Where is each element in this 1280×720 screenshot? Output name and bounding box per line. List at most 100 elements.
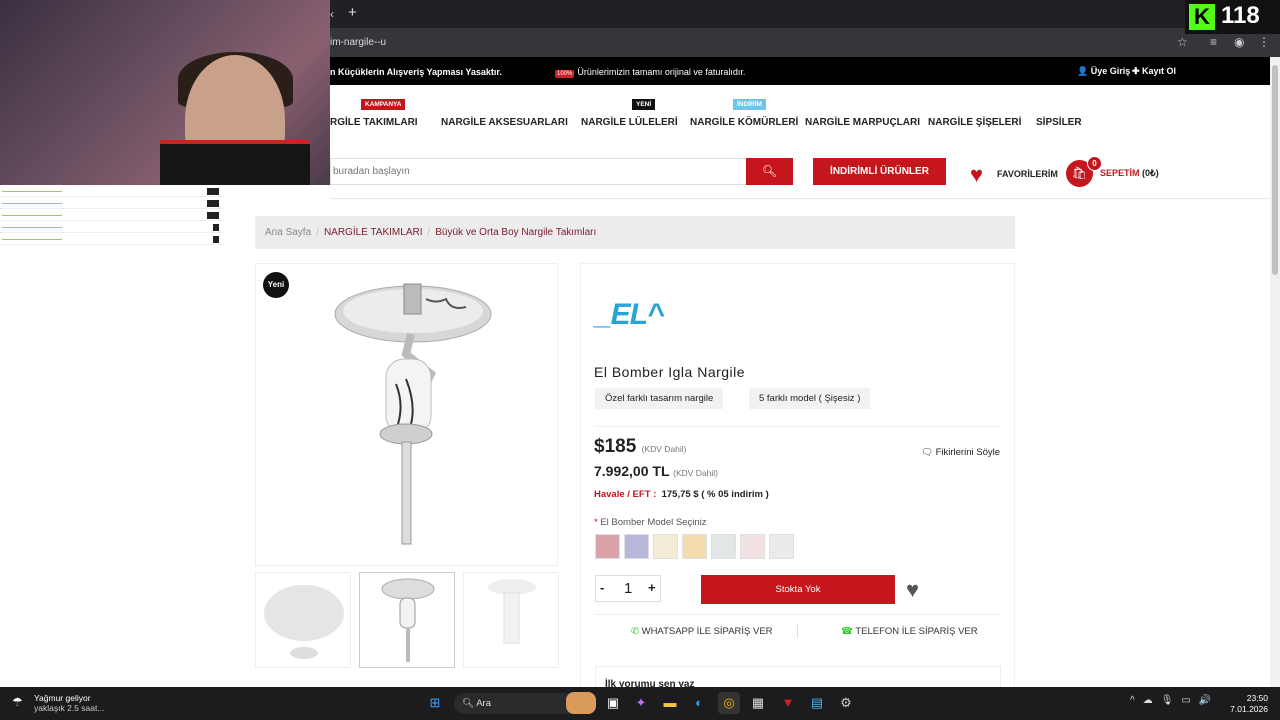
- quantity-increase-button[interactable]: +: [648, 580, 656, 595]
- nav-item[interactable]: NARGİLE ŞİŞELERİ: [928, 117, 1021, 128]
- favorites-label: FAVORİLERİM: [997, 169, 1058, 179]
- model-swatch[interactable]: [711, 534, 736, 559]
- nav-item[interactable]: SİPSİLER: [1036, 117, 1082, 128]
- model-swatch[interactable]: [624, 534, 649, 559]
- required-mark: *: [594, 517, 598, 528]
- nav-item[interactable]: NARGİLE AKSESUARLARI: [441, 117, 568, 128]
- nav-item[interactable]: NARGİLE LÜLELERİ: [581, 117, 678, 128]
- cart-label: SEPETİM (0₺): [1100, 168, 1159, 179]
- chrome-browser-icon[interactable]: ◎: [718, 692, 740, 714]
- product-thumbnail-1[interactable]: [255, 572, 351, 668]
- bookmark-star-icon[interactable]: ☆: [1177, 35, 1188, 49]
- whatsapp-icon: ✆: [631, 626, 639, 637]
- search-icon: 🔍︎: [761, 164, 778, 178]
- weather-widget[interactable]: ☂ Yağmur geliyor yaklaşık 2.5 saat...: [12, 693, 104, 713]
- edge-browser-icon[interactable]: ◐: [688, 692, 710, 714]
- original-notice-text: Ürünlerimizin tamamı orijinal ve fatural…: [577, 67, 746, 77]
- search-button[interactable]: 🔍︎: [746, 158, 793, 185]
- brand-logo[interactable]: _EL^: [595, 298, 665, 332]
- search-input[interactable]: [331, 159, 731, 183]
- overlay-row: [0, 223, 225, 233]
- breadcrumb-home[interactable]: Ana Sayfa: [265, 227, 311, 238]
- phone-order-link[interactable]: ☎ TELEFON İLE SİPARİŞ VER: [841, 626, 978, 637]
- nav-badge: YENİ: [632, 99, 656, 110]
- overlay-row: [0, 187, 225, 197]
- file-explorer-icon[interactable]: ▬: [659, 692, 681, 714]
- nav-badge: KAMPANYA: [361, 99, 406, 110]
- price-kdv-note: (KDV Dahil): [673, 468, 719, 478]
- windows-start-icon[interactable]: ⊞: [424, 692, 446, 714]
- product-title: El Bomber Igla Nargile: [594, 364, 746, 380]
- nav-item[interactable]: RGİLE TAKIMLARI: [330, 117, 418, 128]
- system-tray[interactable]: ^☁🎙▭🔊: [1130, 695, 1219, 706]
- price-usd: $185 (KDV Dahil): [594, 436, 686, 458]
- photos-app-icon[interactable]: ▤: [806, 692, 828, 714]
- new-tab-button[interactable]: +: [348, 4, 357, 21]
- search-highlight-icon[interactable]: [566, 692, 596, 714]
- phone-label: TELEFON İLE SİPARİŞ VER: [855, 626, 978, 637]
- task-view-icon[interactable]: ▣: [602, 692, 624, 714]
- register-label: Kayıt Ol: [1142, 66, 1177, 76]
- url-text[interactable]: im-nargile--u: [330, 37, 386, 48]
- out-of-stock-button[interactable]: Stokta Yok: [701, 575, 895, 604]
- breadcrumb-subcategory[interactable]: Büyük ve Orta Boy Nargile Takımları: [435, 227, 596, 238]
- model-swatch[interactable]: [740, 534, 765, 559]
- overlay-row: [0, 235, 225, 245]
- feedback-link[interactable]: 🗨︎ Fikirlerini Söyle: [921, 447, 1000, 458]
- whatsapp-label: WHATSAPP İLE SİPARİŞ VER: [641, 626, 773, 637]
- breadcrumb: Ana Sayfa / NARGİLE TAKIMLARI / Büyük ve Ort…: [255, 216, 1015, 249]
- havale-value: 175,75 $ ( % 05 indirim ): [661, 489, 769, 500]
- search-box: [330, 158, 747, 185]
- taskbar-search[interactable]: 🔍︎ Ara: [454, 693, 584, 714]
- streamer-shirt: [160, 140, 310, 185]
- extension-icon[interactable]: ◉: [1234, 35, 1244, 49]
- phone-icon: ☎: [841, 626, 853, 637]
- rain-cloud-icon: ☂: [12, 695, 23, 709]
- scrollbar-thumb[interactable]: [1272, 65, 1278, 275]
- microsoft-store-icon[interactable]: ▦: [747, 692, 769, 714]
- nav-item[interactable]: NARGİLE KÖMÜRLERİ: [690, 117, 798, 128]
- havale-label: Havale / EFT :: [594, 489, 657, 500]
- header-divider: [330, 198, 1270, 199]
- obs-app-icon[interactable]: ▼: [777, 692, 799, 714]
- login-link[interactable]: 👤 Üye Giriş: [1077, 66, 1130, 77]
- cart-total: (0₺): [1142, 168, 1159, 178]
- feedback-label: Fikirlerini Söyle: [935, 447, 1000, 458]
- register-link[interactable]: ✚ Kayıt Ol: [1132, 66, 1176, 77]
- clock-time: 23:50: [1246, 693, 1268, 703]
- overlay-row: [0, 199, 225, 209]
- guarantee-badge-icon: 100%: [555, 70, 575, 78]
- overlay-row: [0, 211, 225, 221]
- media-controls-icon[interactable]: ≡: [1210, 35, 1217, 49]
- product-thumbnail-2[interactable]: [359, 572, 455, 668]
- model-swatch[interactable]: [653, 534, 678, 559]
- product-thumbnail-3[interactable]: [463, 572, 559, 668]
- clock[interactable]: 23:50 7.01.2026: [1230, 693, 1268, 715]
- webcam-overlay: [0, 0, 330, 185]
- model-swatch[interactable]: [769, 534, 794, 559]
- nav-badge: İNDİRİM: [733, 99, 766, 110]
- age-warning: n Küçüklerin Alışveriş Yapması Yasaktır.: [330, 67, 502, 77]
- feature-tag: 5 farklı model ( Şişesiz ): [749, 388, 871, 409]
- browser-menu-icon[interactable]: ⋮: [1258, 35, 1270, 49]
- tab-scroll-button[interactable]: ‹: [330, 7, 334, 21]
- whatsapp-order-link[interactable]: ✆ WHATSAPP İLE SİPARİŞ VER: [631, 626, 773, 637]
- product-main-image[interactable]: Yeni: [255, 263, 558, 566]
- model-label-text: El Bomber Model Seçiniz: [600, 517, 707, 528]
- breadcrumb-category[interactable]: NARGİLE TAKIMLARI: [324, 227, 423, 238]
- copilot-icon[interactable]: ✦: [630, 692, 652, 714]
- nav-item[interactable]: NARGİLE MARPUÇLARI: [805, 117, 920, 128]
- price-try-value: 7.992,00 TL: [594, 463, 670, 479]
- price-try: 7.992,00 TL (KDV Dahil): [594, 463, 718, 479]
- clock-date: 7.01.2026: [1230, 704, 1268, 714]
- page-scrollbar[interactable]: [1270, 57, 1280, 687]
- price-kdv-note: (KDV Dahil): [641, 444, 687, 454]
- model-select-label: * El Bomber Model Seçiniz: [594, 517, 706, 528]
- model-swatch[interactable]: [595, 534, 620, 559]
- quantity-decrease-button[interactable]: -: [600, 580, 604, 595]
- discounted-products-button[interactable]: İNDİRİMLİ ÜRÜNLER: [813, 158, 946, 185]
- quantity-value[interactable]: 1: [624, 580, 632, 597]
- settings-gear-icon[interactable]: ⚙: [835, 692, 857, 714]
- model-swatch[interactable]: [682, 534, 707, 559]
- add-favorite-heart-icon[interactable]: ♥: [906, 577, 919, 603]
